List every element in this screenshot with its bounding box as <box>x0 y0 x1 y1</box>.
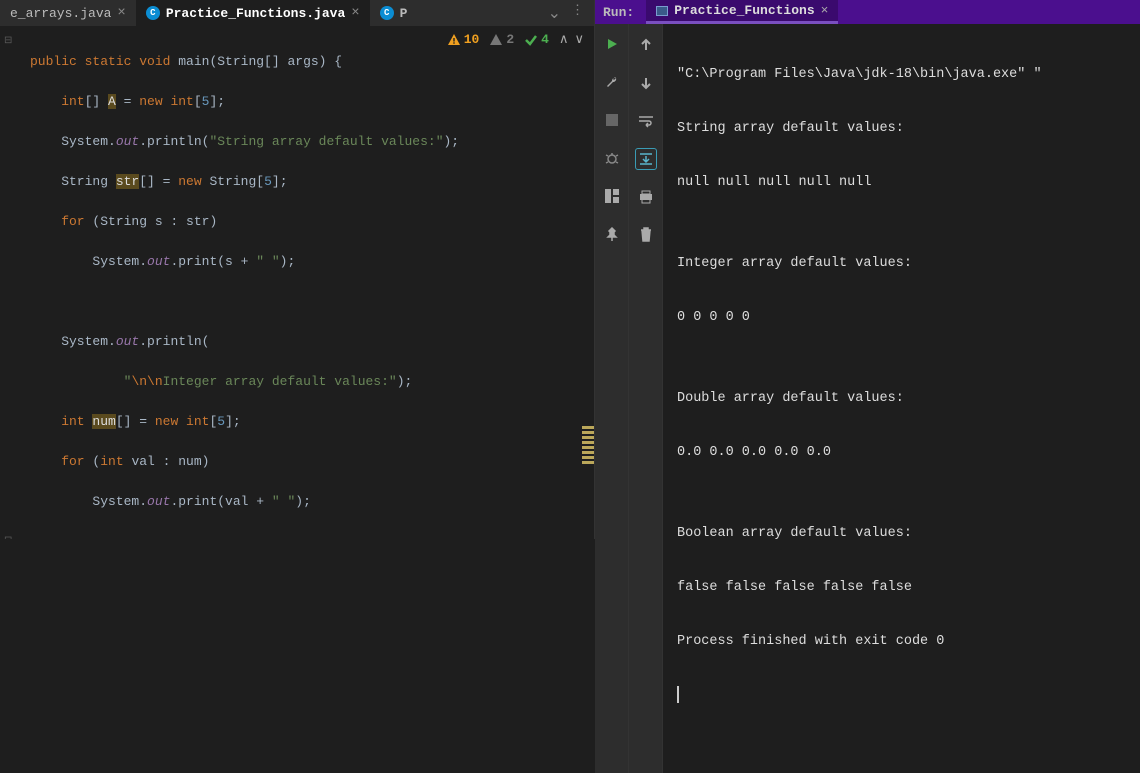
more-tabs-icon[interactable]: ⌄ <box>548 3 561 23</box>
next-highlight-icon[interactable]: ∨ <box>574 32 584 47</box>
app-root: e_arrays.java × C Practice_Functions.jav… <box>0 0 1140 539</box>
console-line: String array default values: <box>677 115 1126 142</box>
trash-icon[interactable] <box>635 224 657 246</box>
console-line: "C:\Program Files\Java\jdk-18\bin\java.e… <box>677 61 1126 88</box>
java-class-icon: C <box>146 6 160 20</box>
editor-tabs: e_arrays.java × C Practice_Functions.jav… <box>0 0 594 26</box>
scroll-to-end-icon[interactable] <box>635 148 657 170</box>
console-output[interactable]: "C:\Program Files\Java\jdk-18\bin\java.e… <box>663 24 1140 773</box>
run-tab-label: Practice_Functions <box>674 3 814 18</box>
ok-badge[interactable]: 4 <box>524 32 549 47</box>
console-line: false false false false false <box>677 574 1126 601</box>
weak-warning-badge[interactable]: 2 <box>489 32 514 47</box>
inspections-widget[interactable]: 10 2 4 ∧ ∨ <box>447 32 584 47</box>
layout-icon[interactable] <box>602 186 622 206</box>
console-line: Integer array default values: <box>677 250 1126 277</box>
console-line: Process finished with exit code 0 <box>677 628 1126 655</box>
pin-icon[interactable] <box>602 224 622 244</box>
console-line: 0 0 0 0 0 <box>677 304 1126 331</box>
run-config-icon <box>656 6 668 16</box>
close-icon[interactable]: × <box>821 3 829 18</box>
tabs-overflow: ⌄ ⋮ <box>538 3 594 23</box>
prev-highlight-icon[interactable]: ∧ <box>559 32 569 47</box>
console-line: Double array default values: <box>677 385 1126 412</box>
soft-wrap-icon[interactable] <box>635 110 657 132</box>
java-class-icon: C <box>380 6 394 20</box>
console-line: null null null null null <box>677 169 1126 196</box>
tab-label: Practice_Functions.java <box>166 6 345 21</box>
debug-icon[interactable] <box>602 148 622 168</box>
tab-arrays[interactable]: e_arrays.java × <box>0 0 136 26</box>
error-stripe[interactable] <box>582 426 594 466</box>
editor-pane: e_arrays.java × C Practice_Functions.jav… <box>0 0 594 539</box>
run-header: Run: Practice_Functions × <box>595 0 1140 24</box>
down-icon[interactable] <box>635 72 657 94</box>
console-line: Boolean array default values: <box>677 520 1126 547</box>
run-body: "C:\Program Files\Java\jdk-18\bin\java.e… <box>595 24 1140 773</box>
tab-label: e_arrays.java <box>10 6 111 21</box>
close-icon[interactable]: × <box>117 5 125 21</box>
warning-badge[interactable]: 10 <box>447 32 480 47</box>
up-icon[interactable] <box>635 34 657 56</box>
tab-other[interactable]: C P <box>370 0 418 26</box>
tab-menu-icon[interactable]: ⋮ <box>571 3 584 23</box>
run-toolbar-primary <box>595 24 629 773</box>
rerun-icon[interactable] <box>602 34 622 54</box>
run-pane: Run: Practice_Functions × <box>594 0 1140 539</box>
run-toolbar-secondary <box>629 24 663 773</box>
stop-icon[interactable] <box>602 110 622 130</box>
print-icon[interactable] <box>635 186 657 208</box>
run-tab[interactable]: Practice_Functions × <box>646 0 838 24</box>
code-area[interactable]: 10 2 4 ∧ ∨ ⊟ ⊟ public static <box>0 26 594 539</box>
fold-icon[interactable]: ⊟ <box>4 535 12 539</box>
tab-label: P <box>400 6 408 21</box>
fold-icon[interactable]: ⊟ <box>4 35 12 47</box>
caret <box>677 686 679 703</box>
gutter: ⊟ ⊟ <box>0 26 18 539</box>
close-icon[interactable]: × <box>351 5 359 21</box>
tab-functions[interactable]: C Practice_Functions.java × <box>136 0 370 26</box>
console-line: 0.0 0.0 0.0 0.0 0.0 <box>677 439 1126 466</box>
run-label: Run: <box>603 5 634 20</box>
wrench-icon[interactable] <box>602 72 622 92</box>
code-content[interactable]: public static void main(String[] args) {… <box>0 26 594 539</box>
